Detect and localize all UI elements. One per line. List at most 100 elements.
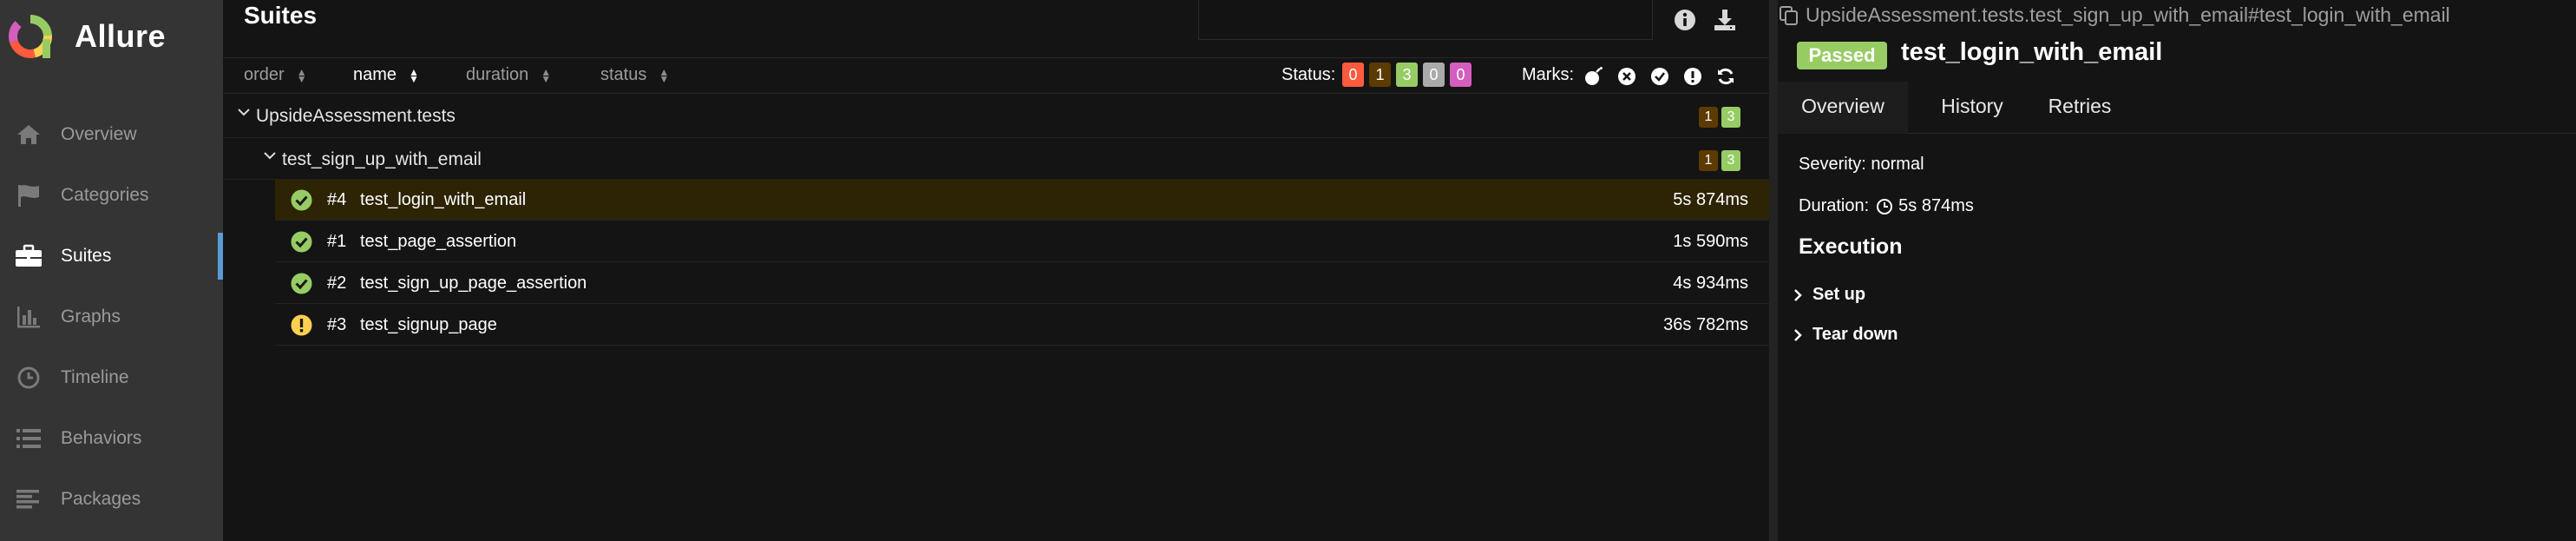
- suite-group-name: UpsideAssessment.tests: [256, 106, 456, 126]
- test-full-path[interactable]: UpsideAssessment.tests.test_sign_up_with…: [1778, 3, 2450, 27]
- bomb-flaky-icon[interactable]: [1583, 65, 1605, 88]
- sidebar-item-label: Categories: [61, 185, 149, 205]
- sidebar-item-timeline[interactable]: Timeline: [0, 347, 223, 408]
- app-name: Allure: [75, 18, 167, 54]
- chevron-down-icon: [263, 148, 277, 167]
- info-icon[interactable]: [1672, 7, 1698, 33]
- sort-by-duration[interactable]: duration ▲ ▼: [466, 65, 551, 85]
- status-filter-label: Status:: [1281, 65, 1336, 84]
- search-input[interactable]: [1198, 0, 1653, 40]
- suite-group-name: test_sign_up_with_email: [282, 149, 482, 169]
- test-duration: 5s 874ms: [1673, 190, 1748, 209]
- step-setup[interactable]: Set up: [1792, 285, 1865, 305]
- test-duration: 36s 782ms: [1663, 315, 1748, 334]
- suites-panel: Suites order ▲ ▼ name ▲ ▼ duration ▲ ▼ stat…: [223, 0, 1769, 541]
- clock-icon: [1877, 198, 1893, 214]
- download-icon[interactable]: [1712, 7, 1738, 33]
- sort-label: status: [600, 65, 647, 84]
- test-name: test_signup_page: [360, 315, 497, 334]
- list-icon: [14, 424, 43, 453]
- test-row[interactable]: #3 test_signup_page 36s 782ms: [275, 305, 1769, 346]
- step-teardown[interactable]: Tear down: [1792, 325, 1898, 345]
- test-name: test_sign_up_page_assertion: [360, 274, 587, 293]
- briefcase-icon: [14, 241, 43, 271]
- status-passed-count[interactable]: 3: [1396, 63, 1418, 87]
- marks-filter-label: Marks:: [1522, 65, 1574, 84]
- sidebar-item-behaviors[interactable]: Behaviors: [0, 408, 223, 469]
- execution-title: Execution: [1799, 234, 1903, 259]
- step-label: Tear down: [1812, 325, 1898, 344]
- test-name: test_page_assertion: [360, 232, 517, 251]
- status-skipped-count[interactable]: 0: [1423, 63, 1445, 87]
- test-number: #1: [327, 232, 347, 251]
- sort-by-name[interactable]: name ▲ ▼: [353, 65, 419, 85]
- detail-tabs: Overview History Retries: [1778, 82, 2576, 134]
- check-circle-passed-icon: [291, 189, 312, 211]
- copy-icon[interactable]: [1778, 4, 1800, 27]
- test-number: #4: [327, 190, 347, 209]
- test-detail-panel: UpsideAssessment.tests.test_sign_up_with…: [1778, 0, 2576, 541]
- sort-toolbar: order ▲ ▼ name ▲ ▼ duration ▲ ▼ status ▲ ▼ S…: [223, 57, 1769, 94]
- broken-count-badge: 1: [1699, 107, 1718, 128]
- status-unknown-count[interactable]: 0: [1450, 63, 1472, 87]
- close-circle-new-failed-icon[interactable]: [1616, 65, 1638, 88]
- exclamation-circle-new-broken-icon[interactable]: [1681, 65, 1704, 88]
- sort-arrows-icon: ▲ ▼: [409, 65, 419, 85]
- test-title: test_login_with_email: [1901, 38, 2163, 66]
- check-circle-new-passed-icon[interactable]: [1649, 65, 1671, 88]
- passed-count-badge: 3: [1721, 150, 1740, 171]
- duration-value: 5s 874ms: [1898, 196, 1974, 215]
- flag-icon: [14, 181, 43, 210]
- test-row[interactable]: #1 test_page_assertion 1s 590ms: [275, 221, 1769, 262]
- test-duration: 1s 590ms: [1673, 232, 1748, 251]
- status-broken-count[interactable]: 1: [1369, 63, 1391, 87]
- suites-tree: UpsideAssessment.tests 1 3 test_sign_up_…: [223, 95, 1769, 353]
- sort-label: duration: [466, 65, 529, 84]
- page-title: Suites: [244, 2, 318, 29]
- sidebar: Allure Overview Categories Suites Graphs: [0, 0, 223, 541]
- refresh-retries-icon[interactable]: [1714, 65, 1737, 88]
- sidebar-item-graphs[interactable]: Graphs: [0, 287, 223, 347]
- clock-icon: [14, 363, 43, 393]
- suite-group-row[interactable]: UpsideAssessment.tests 1 3: [223, 95, 1769, 138]
- test-duration: 4s 934ms: [1673, 274, 1748, 293]
- sort-by-status[interactable]: status ▲ ▼: [600, 65, 669, 85]
- tab-overview[interactable]: Overview: [1778, 82, 1908, 134]
- test-number: #3: [327, 315, 347, 334]
- check-circle-passed-icon: [291, 273, 312, 294]
- broken-count-badge: 1: [1699, 150, 1718, 171]
- sort-by-order[interactable]: order ▲ ▼: [244, 65, 307, 85]
- suite-group-row[interactable]: test_sign_up_with_email 1 3: [223, 138, 1769, 180]
- sort-label: order: [244, 65, 285, 84]
- severity-line: Severity: normal: [1799, 155, 1924, 175]
- status-badge: Passed: [1797, 42, 1887, 69]
- sidebar-item-overview[interactable]: Overview: [0, 104, 223, 165]
- allure-logo-icon: [9, 15, 52, 58]
- sidebar-item-suites[interactable]: Suites: [0, 226, 223, 287]
- chevron-right-icon: [1794, 328, 1802, 341]
- sort-label: name: [353, 65, 397, 84]
- sidebar-item-label: Graphs: [61, 307, 121, 327]
- severity-value: normal: [1871, 155, 1924, 174]
- chevron-right-icon: [1794, 288, 1802, 301]
- sidebar-item-categories[interactable]: Categories: [0, 165, 223, 226]
- sort-arrows-icon: ▲ ▼: [659, 65, 670, 85]
- test-row[interactable]: #4 test_login_with_email 5s 874ms: [275, 180, 1769, 221]
- status-failed-count[interactable]: 0: [1342, 63, 1364, 87]
- sidebar-item-label: Overview: [61, 124, 137, 144]
- pane-resize-handle[interactable]: [1769, 0, 1778, 541]
- bar-chart-icon: [14, 302, 43, 332]
- app-logo[interactable]: Allure: [7, 12, 166, 61]
- sidebar-item-packages[interactable]: Packages: [0, 469, 223, 530]
- sort-arrows-icon: ▲ ▼: [296, 65, 307, 85]
- home-icon: [14, 120, 43, 149]
- duration-label: Duration:: [1799, 196, 1870, 215]
- chevron-down-icon: [237, 105, 251, 123]
- tab-retries[interactable]: Retries: [2028, 82, 2132, 134]
- check-circle-passed-icon: [291, 231, 312, 253]
- sidebar-item-label: Suites: [61, 246, 112, 266]
- align-left-icon: [14, 485, 43, 514]
- exclamation-circle-broken-icon: [291, 314, 312, 336]
- tab-history[interactable]: History: [1917, 82, 2028, 134]
- test-row[interactable]: #2 test_sign_up_page_assertion 4s 934ms: [275, 263, 1769, 304]
